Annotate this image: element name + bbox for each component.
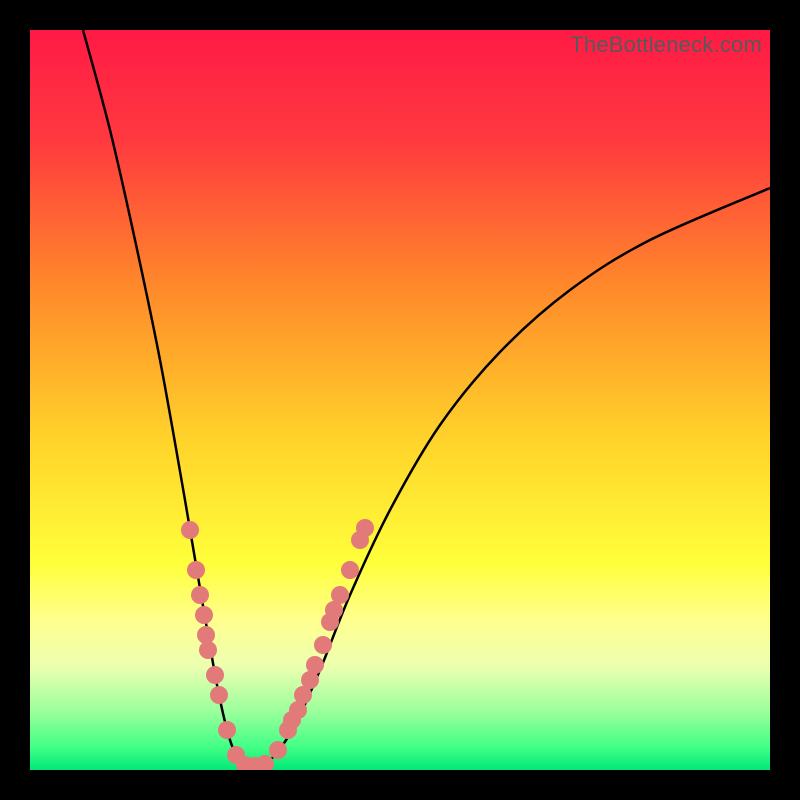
scatter-dot [199,641,217,659]
chart-svg [30,30,770,770]
scatter-dot [187,561,205,579]
scatter-dot [181,521,199,539]
scatter-dot [210,686,228,704]
outer-frame: TheBottleneck.com [0,0,800,800]
scatter-dot [218,721,236,739]
scatter-dot [306,656,324,674]
scatter-dot [314,636,332,654]
scatter-dot [341,561,359,579]
plot-area: TheBottleneck.com [30,30,770,770]
scatter-dot [331,586,349,604]
scatter-dot [191,586,209,604]
gradient-background [30,30,770,770]
scatter-dot [195,606,213,624]
scatter-dot [206,666,224,684]
scatter-dot [356,519,374,537]
scatter-dot [269,741,287,759]
watermark-text: TheBottleneck.com [570,32,762,58]
